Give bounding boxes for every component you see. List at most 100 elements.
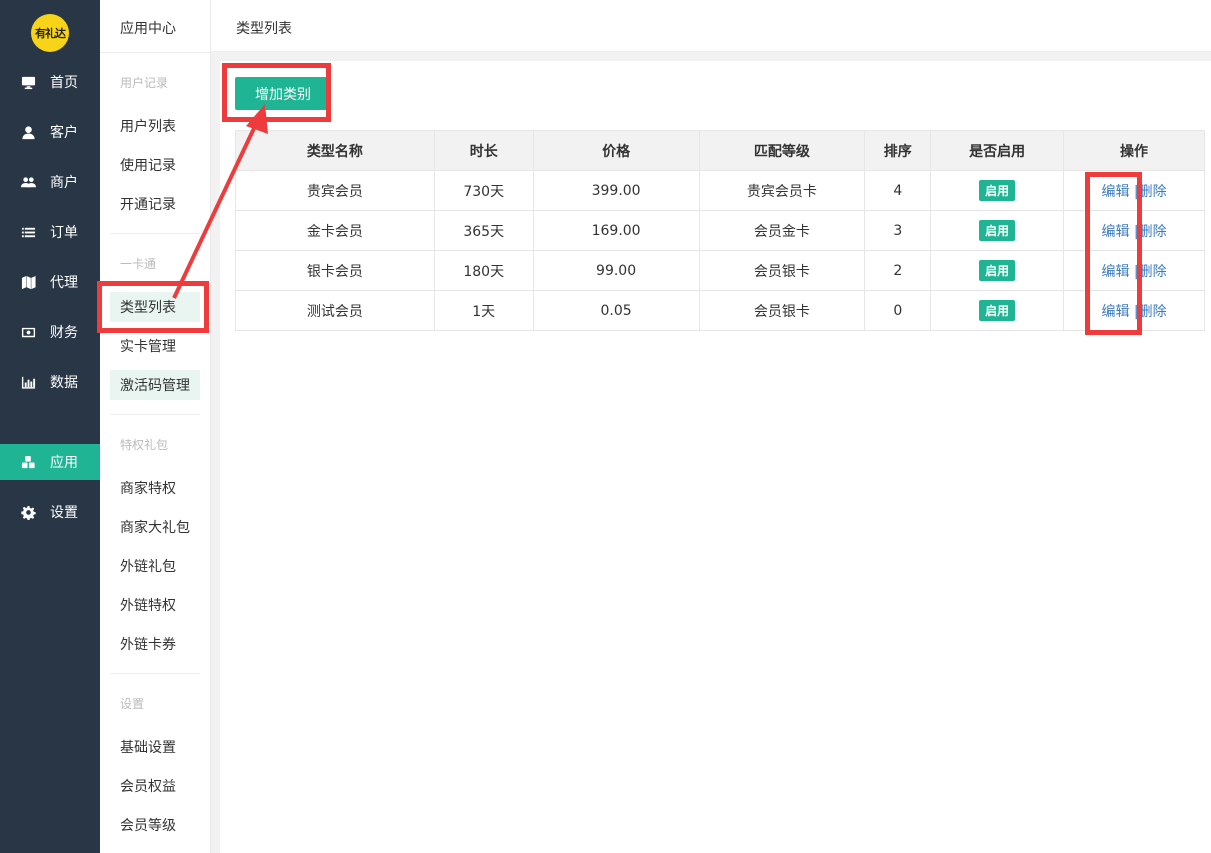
divider	[110, 673, 200, 674]
nav-item-data[interactable]: 数据	[0, 364, 100, 400]
cell-duration: 180天	[433, 250, 534, 291]
page-title: 类型列表	[236, 21, 292, 37]
nav-item-settings[interactable]: 设置	[0, 494, 100, 530]
nav-label: 订单	[50, 225, 78, 241]
submenu-item-member-levels[interactable]: 会员等级	[110, 810, 200, 840]
money-icon	[20, 324, 36, 340]
group-title-card: 一卡通	[120, 257, 157, 271]
submenu-item-external-privilege[interactable]: 外链特权	[110, 590, 200, 620]
cell-name: 测试会员	[235, 290, 435, 331]
nav-label: 客户	[50, 125, 78, 141]
delete-link[interactable]: 删除	[1139, 184, 1167, 200]
logo[interactable]: 有礼达	[31, 14, 69, 52]
nav-item-home[interactable]: 首页	[0, 64, 100, 100]
top-bar: 类型列表	[211, 0, 1211, 52]
submenu-item-external-coupon[interactable]: 外链卡券	[110, 629, 200, 659]
table-row: 测试会员 1天 0.05 会员银卡 0 启用 编辑 |删除	[235, 290, 1205, 331]
cell-sort: 3	[864, 210, 932, 251]
divider	[110, 233, 200, 234]
cubes-icon	[20, 454, 36, 470]
cell-name: 银卡会员	[235, 250, 435, 291]
column-header: 排序	[864, 130, 932, 171]
nav-label: 数据	[50, 375, 78, 391]
submenu-item-physical-card[interactable]: 实卡管理	[110, 331, 200, 361]
column-header: 是否启用	[930, 130, 1065, 171]
nav-label: 设置	[50, 505, 78, 521]
map-icon	[20, 274, 36, 290]
submenu-item-merchant-gift[interactable]: 商家大礼包	[110, 512, 200, 542]
nav-item-merchants[interactable]: 商户	[0, 164, 100, 200]
status-badge[interactable]: 启用	[979, 220, 1016, 241]
annotation-box-actions	[1085, 172, 1142, 335]
user-icon	[20, 124, 36, 140]
table-row: 金卡会员 365天 169.00 会员金卡 3 启用 编辑 |删除	[235, 210, 1205, 251]
cell-status: 启用	[930, 210, 1065, 251]
nav-label: 首页	[50, 75, 78, 91]
nav-item-apps[interactable]: 应用	[0, 444, 100, 480]
status-badge[interactable]: 启用	[979, 180, 1016, 201]
submenu-item-user-list[interactable]: 用户列表	[110, 111, 200, 141]
cell-sort: 2	[864, 250, 932, 291]
type-table: 类型名称 时长 价格 匹配等级 排序 是否启用 操作 贵宾会员 730天 399…	[235, 130, 1205, 331]
nav-label: 财务	[50, 325, 78, 341]
delete-link[interactable]: 删除	[1139, 224, 1167, 240]
cell-status: 启用	[930, 250, 1065, 291]
sub-menu: 应用中心 用户记录 用户列表 使用记录 开通记录 一卡通 类型列表 实卡管理 激…	[100, 0, 211, 853]
submenu-item-external-gift[interactable]: 外链礼包	[110, 551, 200, 581]
annotation-box-add-button	[222, 63, 331, 122]
submenu-item-merchant-privilege[interactable]: 商家特权	[110, 473, 200, 503]
gear-icon	[20, 504, 36, 520]
cell-price: 0.05	[532, 290, 700, 331]
group-title-privilege: 特权礼包	[120, 438, 169, 452]
cell-sort: 4	[864, 170, 932, 211]
cell-level: 会员金卡	[698, 210, 866, 251]
cell-sort: 0	[864, 290, 932, 331]
nav-item-agents[interactable]: 代理	[0, 264, 100, 300]
submenu-item-usage-records[interactable]: 使用记录	[110, 150, 200, 180]
delete-link[interactable]: 删除	[1139, 304, 1167, 320]
submenu-item-activation-records[interactable]: 开通记录	[110, 189, 200, 219]
delete-link[interactable]: 删除	[1139, 264, 1167, 280]
cell-name: 金卡会员	[235, 210, 435, 251]
nav-item-orders[interactable]: 订单	[0, 214, 100, 250]
nav-item-finance[interactable]: 财务	[0, 314, 100, 350]
nav-item-customers[interactable]: 客户	[0, 114, 100, 150]
column-header: 匹配等级	[698, 130, 866, 171]
column-header: 时长	[433, 130, 534, 171]
column-header: 类型名称	[235, 130, 435, 171]
bar-chart-icon	[20, 374, 36, 390]
divider	[100, 52, 211, 53]
column-header: 操作	[1063, 130, 1205, 171]
submenu-item-basic-settings[interactable]: 基础设置	[110, 732, 200, 762]
table-row: 银卡会员 180天 99.00 会员银卡 2 启用 编辑 |删除	[235, 250, 1205, 291]
users-icon	[20, 174, 36, 190]
cell-duration: 1天	[433, 290, 534, 331]
cell-level: 贵宾会员卡	[698, 170, 866, 211]
cell-level: 会员银卡	[698, 290, 866, 331]
nav-label: 商户	[50, 175, 78, 191]
cell-status: 启用	[930, 290, 1065, 331]
group-title-user-records: 用户记录	[120, 76, 169, 90]
cell-duration: 365天	[433, 210, 534, 251]
logo-text: 有礼达	[35, 27, 66, 40]
status-badge[interactable]: 启用	[979, 300, 1016, 321]
cell-price: 99.00	[532, 250, 700, 291]
submenu-title: 应用中心	[120, 21, 176, 37]
monitor-icon	[20, 74, 36, 90]
nav-label: 代理	[50, 275, 78, 291]
annotation-box-type-list	[97, 281, 209, 333]
cell-name: 贵宾会员	[235, 170, 435, 211]
column-header: 价格	[532, 130, 700, 171]
cell-price: 169.00	[532, 210, 700, 251]
divider	[110, 414, 200, 415]
table-row: 贵宾会员 730天 399.00 贵宾会员卡 4 启用 编辑 |删除	[235, 170, 1205, 211]
cell-duration: 730天	[433, 170, 534, 211]
status-badge[interactable]: 启用	[979, 260, 1016, 281]
nav-label: 应用	[50, 455, 78, 471]
group-title-settings: 设置	[120, 697, 145, 711]
cell-level: 会员银卡	[698, 250, 866, 291]
table-header-row: 类型名称 时长 价格 匹配等级 排序 是否启用 操作	[235, 130, 1205, 171]
submenu-item-member-benefits[interactable]: 会员权益	[110, 771, 200, 801]
submenu-item-activation-code[interactable]: 激活码管理	[110, 370, 200, 400]
cell-status: 启用	[930, 170, 1065, 211]
